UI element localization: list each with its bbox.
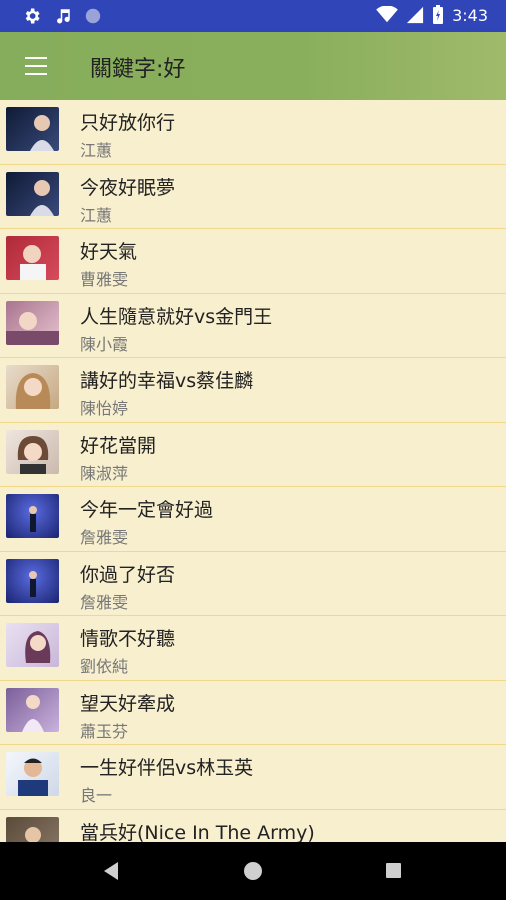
song-title: 今年一定會好過: [80, 499, 214, 521]
menu-button[interactable]: [16, 46, 56, 86]
song-row[interactable]: 情歌不好聽 劉依純: [0, 616, 506, 681]
song-row[interactable]: 人生隨意就好vs金門王 陳小霞: [0, 293, 506, 358]
song-row[interactable]: 今年一定會好過 詹雅雯: [0, 487, 506, 552]
album-thumbnail: [6, 687, 59, 732]
song-title: 情歌不好聽: [80, 628, 176, 650]
song-title: 望天好牽成: [80, 692, 176, 715]
album-thumbnail: [6, 171, 59, 216]
song-title: 人生隨意就好vs金門王: [80, 305, 273, 328]
status-icons-right: 3:43: [376, 5, 488, 25]
home-circle-icon[interactable]: [244, 862, 262, 880]
song-artist: 曹雅雯: [80, 270, 129, 289]
navigation-bar: [0, 842, 506, 900]
song-row[interactable]: 你過了好否 詹雅雯: [0, 551, 506, 616]
song-row[interactable]: 當兵好(Nice In The Army): [0, 809, 506, 843]
song-row[interactable]: 一生好伴侶vs林玉英 良一: [0, 745, 506, 810]
album-thumbnail: [6, 623, 59, 667]
song-title: 一生好伴侶vs林玉英: [80, 757, 254, 779]
song-title: 你過了好否: [80, 563, 176, 586]
album-thumbnail: [6, 365, 59, 409]
album-thumbnail: [6, 752, 59, 796]
song-artist: 陳淑萍: [80, 463, 129, 483]
song-title: 今夜好眠夢: [80, 176, 176, 199]
song-list[interactable]: 只好放你行 江蕙 今夜好眠夢 江蕙 好天氣 曹雅雯 人生隨意就好vs金門王 陳小…: [0, 100, 506, 842]
status-bar: 3:43: [0, 0, 506, 32]
song-row[interactable]: 講好的幸福vs蔡佳麟 陳怡婷: [0, 358, 506, 423]
song-artist: 良一: [80, 786, 113, 805]
back-triangle-icon[interactable]: [104, 862, 118, 880]
song-artist: 江蕙: [80, 205, 113, 225]
album-thumbnail: [6, 107, 59, 151]
song-title: 當兵好(Nice In The Army): [80, 821, 315, 843]
song-row[interactable]: 好花當開 陳淑萍: [0, 422, 506, 487]
song-artist: 江蕙: [80, 141, 113, 160]
song-artist: 陳怡婷: [80, 399, 129, 418]
hamburger-menu-icon: [25, 54, 47, 78]
status-time: 3:43: [452, 5, 488, 25]
song-title: 好花當開: [80, 434, 157, 457]
album-thumbnail: [6, 558, 59, 603]
status-icons-left: [22, 6, 102, 26]
app-bar: 關鍵字:好: [0, 32, 506, 100]
music-note-icon: [57, 9, 70, 24]
album-thumbnail: [6, 494, 59, 538]
circle-icon: [85, 8, 101, 24]
battery-icon: [433, 5, 444, 24]
song-row[interactable]: 今夜好眠夢 江蕙: [0, 164, 506, 229]
recent-apps-square-icon[interactable]: [386, 863, 401, 878]
song-artist: 陳小霞: [80, 334, 129, 354]
song-title: 好天氣: [80, 241, 138, 263]
wifi-icon: [376, 6, 398, 23]
song-artist: 蕭玉芬: [80, 721, 129, 741]
song-artist: 劉依純: [80, 657, 129, 676]
song-row[interactable]: 只好放你行 江蕙: [0, 100, 506, 165]
album-thumbnail: [6, 236, 59, 280]
song-row[interactable]: 望天好牽成 蕭玉芬: [0, 680, 506, 745]
signal-icon: [406, 6, 424, 24]
song-title: 只好放你行: [80, 112, 176, 134]
song-row[interactable]: 好天氣 曹雅雯: [0, 229, 506, 294]
song-artist: 詹雅雯: [80, 528, 129, 547]
gear-icon: [25, 8, 40, 24]
song-artist: 詹雅雯: [80, 592, 129, 612]
album-thumbnail: [6, 429, 59, 474]
album-thumbnail: [6, 816, 59, 842]
song-title: 講好的幸福vs蔡佳麟: [80, 370, 254, 392]
album-thumbnail: [6, 300, 59, 345]
page-title: 關鍵字:好: [90, 57, 186, 82]
